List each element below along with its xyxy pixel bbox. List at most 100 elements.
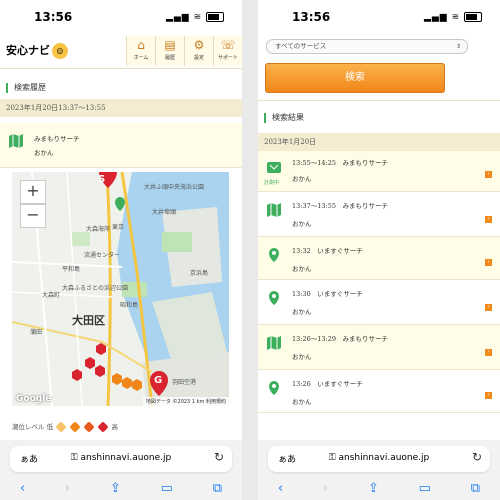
result-time-value: 13:37〜13:55: [292, 202, 336, 210]
goal-marker-label: G: [154, 375, 163, 386]
result-time-value: 13:26〜13:29: [292, 335, 336, 343]
history-entry[interactable]: みまもりサーチ おかん: [0, 123, 242, 168]
share-icon[interactable]: ⇪: [368, 481, 379, 496]
scale-text: 1 km: [191, 399, 205, 405]
bookmarks-icon[interactable]: ▭: [161, 481, 173, 496]
battery-icon: [206, 12, 224, 22]
result-service: みまもりサーチ: [342, 202, 388, 210]
tabs-icon[interactable]: ⧉: [213, 481, 222, 496]
chevron-right-icon: ›: [485, 392, 492, 399]
nav-home-label: ホーム: [133, 55, 149, 61]
url-field[interactable]: ぁあ ⚿ anshinnavi.auone.jp ↻: [268, 446, 490, 472]
back-icon[interactable]: ‹: [278, 481, 283, 496]
result-row[interactable]: 13:26〜13:29 みまもりサーチ おかん ›: [258, 325, 500, 370]
nav-support-button[interactable]: ☏ サポート: [213, 36, 242, 66]
result-time-value: 13:55〜14:25: [292, 159, 336, 167]
nav-history-button[interactable]: ▤ 履歴: [155, 36, 184, 66]
status-badge: 計測中: [264, 180, 280, 186]
support-icon: ☏: [220, 38, 236, 52]
pin-icon: [269, 248, 279, 262]
chevron-right-icon: ›: [485, 304, 492, 311]
map-legend: 潮位レベル 低 高: [12, 421, 118, 433]
map-label-showajima: 昭和島: [120, 302, 139, 309]
map-label-oi-futo: 大井埠頭: [152, 209, 177, 216]
reload-icon[interactable]: ↻: [472, 450, 482, 464]
result-service: みまもりサーチ: [342, 159, 388, 167]
legend-level-1: [55, 421, 67, 433]
share-icon[interactable]: ⇪: [110, 481, 121, 496]
map-label-omorikaigan: 大森海岸: [86, 226, 111, 233]
status-time: 13:56: [34, 10, 73, 24]
bookmarks-icon[interactable]: ▭: [419, 481, 431, 496]
status-bar: 13:56 ▂▄▆ ≋: [0, 0, 242, 34]
forward-icon[interactable]: ›: [323, 481, 328, 496]
nav-home-button[interactable]: ⌂ ホーム: [126, 36, 155, 66]
back-icon[interactable]: ‹: [20, 481, 25, 496]
map-label-ota: 大田区: [72, 314, 105, 327]
result-row[interactable]: 13:32 いますぐサーチ おかん ›: [258, 237, 500, 280]
result-row[interactable]: 13:26 いますぐサーチ おかん ›: [258, 370, 500, 413]
app-logo[interactable]: 安心ナビ ☺: [6, 42, 68, 59]
tabs-icon[interactable]: ⧉: [471, 481, 480, 496]
pin-icon: [269, 381, 279, 395]
logo-text: 安心ナビ: [6, 44, 50, 57]
app-header: 安心ナビ ☺ ⌂ ホーム ▤ 履歴 ⚙ 設定 ☏ サポート: [0, 34, 242, 69]
map-icon: [9, 134, 23, 148]
result-time: 13:37〜13:55 みまもりサーチ: [292, 200, 388, 210]
result-row[interactable]: 計測中 13:55〜14:25 みまもりサーチ おかん ›: [258, 151, 500, 192]
url-field[interactable]: ぁあ ⚿ anshinnavi.auone.jp ↻: [10, 446, 232, 472]
result-time: 13:55〜14:25 みまもりサーチ: [292, 157, 388, 167]
route-map[interactable]: S G 大田区 大森海岸 大森町 平和島 流通センター 昭和島 蒲田 大森ふるさ…: [12, 172, 229, 406]
nav-settings-label: 設定: [193, 55, 204, 61]
legend-level-4: [97, 421, 110, 433]
status-icons: ▂▄▆ ≋: [166, 12, 224, 23]
right-phone-screen: 13:56 ▂▄▆ ≋ すべてのサービス ⇕ 検索 検索結果 2023年1月20…: [258, 0, 500, 500]
results-panel: 検索結果 2023年1月20日 計測中 13:55〜14:25 みまもりサーチ …: [258, 100, 500, 413]
map-label-heiwajima: 平和島: [62, 266, 81, 273]
chevron-right-icon: ›: [485, 171, 492, 178]
result-time-value: 13:32: [292, 247, 311, 255]
map-icon: [267, 336, 281, 350]
result-service: いますぐサーチ: [317, 290, 363, 298]
pin-icon: [269, 291, 279, 305]
map-label-omorimachi: 大森町: [42, 292, 61, 299]
result-name: おかん: [292, 308, 312, 316]
search-button[interactable]: 検索: [265, 63, 445, 93]
result-name: おかん: [292, 175, 312, 183]
start-marker-label: S: [98, 174, 106, 185]
reload-icon[interactable]: ↻: [214, 450, 224, 464]
section-title-results: 検索結果: [258, 107, 500, 129]
map-label-ryutsu-center: 流通センター: [84, 252, 121, 259]
forward-icon[interactable]: ›: [65, 481, 70, 496]
nav-settings-button[interactable]: ⚙ 設定: [184, 36, 213, 66]
result-time-value: 13:30: [292, 290, 311, 298]
result-row[interactable]: 13:30 いますぐサーチ おかん ›: [258, 280, 500, 325]
result-service: みまもりサーチ: [342, 335, 388, 343]
map-icon: [267, 203, 281, 217]
history-icon: ▤: [164, 38, 176, 52]
history-date-range: 2023年1月20日13:37〜13:55: [0, 99, 242, 117]
map-label-keihinjima: 京浜島: [190, 270, 209, 277]
legend-level-2: [69, 421, 81, 433]
url-text: ⚿ anshinnavi.auone.jp: [268, 453, 490, 463]
lock-icon: ⚿: [328, 453, 336, 463]
service-select[interactable]: すべてのサービス ⇕: [266, 39, 468, 54]
map-label-haneda: 羽田空港: [172, 379, 197, 386]
gear-icon: ⚙: [193, 38, 205, 52]
section-title-history: 検索履歴: [0, 77, 242, 99]
nav-history-label: 履歴: [164, 55, 175, 61]
header-nav: ⌂ ホーム ▤ 履歴 ⚙ 設定 ☏ サポート: [126, 36, 242, 66]
browser-url-bar: ぁあ ⚿ anshinnavi.auone.jp ↻: [258, 440, 500, 476]
zoom-out-button[interactable]: −: [20, 204, 46, 228]
zoom-in-button[interactable]: +: [20, 180, 46, 204]
result-row[interactable]: 13:37〜13:55 みまもりサーチ おかん ›: [258, 192, 500, 237]
url-text: ⚿ anshinnavi.auone.jp: [10, 453, 232, 463]
measuring-icon: [267, 162, 281, 173]
map-label-kamata: 蒲田: [30, 329, 43, 336]
result-name: おかん: [292, 353, 312, 361]
chevron-right-icon: ›: [485, 216, 492, 223]
map-attribution: 地図データ ©2023 1 km 利用規約: [142, 397, 229, 406]
browser-toolbar: ‹ › ⇪ ▭ ⧉: [0, 476, 242, 500]
terms-link[interactable]: 利用規約: [206, 399, 226, 405]
status-icons: ▂▄▆ ≋: [424, 12, 482, 23]
